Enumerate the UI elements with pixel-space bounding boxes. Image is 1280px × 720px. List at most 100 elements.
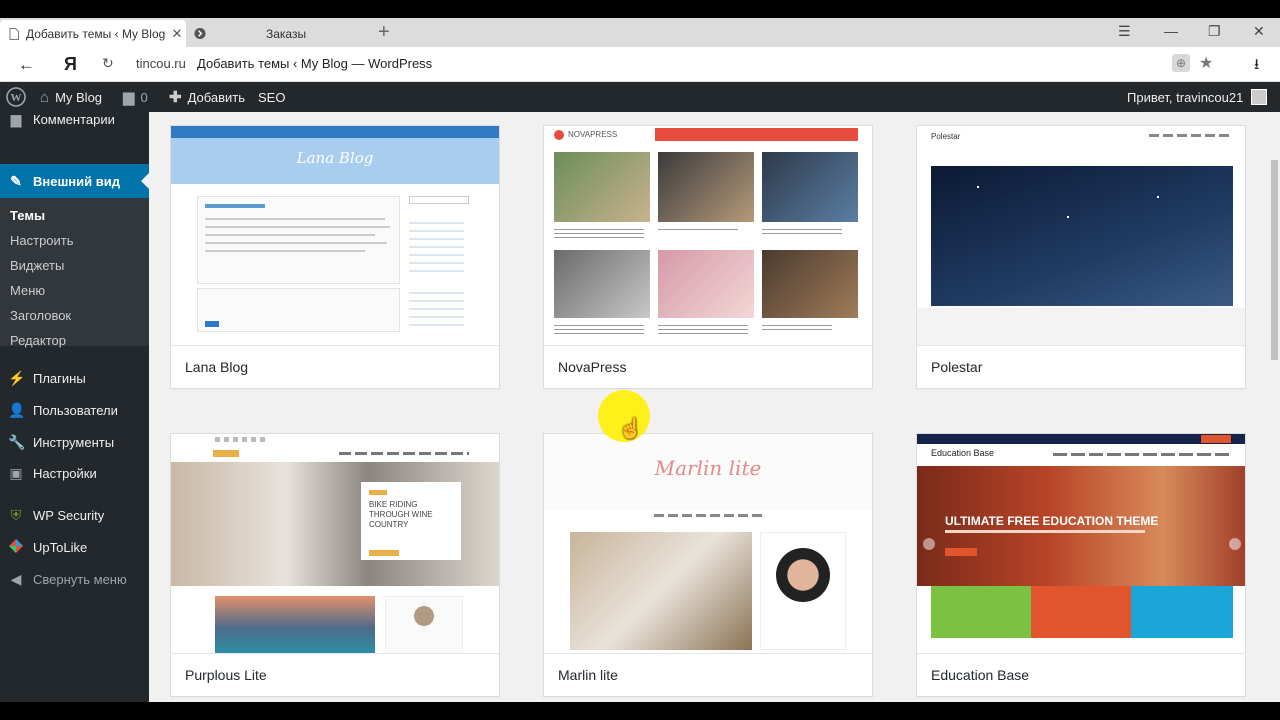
close-tab-icon[interactable]: ✕	[168, 26, 186, 42]
tab-icon	[194, 27, 206, 41]
account-menu[interactable]: Привет, travincou21	[1127, 82, 1268, 112]
sidebar-item-users[interactable]: 👤 Пользователи	[0, 395, 149, 425]
sidebar-item-label: Инструменты	[33, 434, 115, 450]
admin-sidebar: ▆ Комментарии ✎ Внешний вид Темы Настрои…	[0, 111, 149, 702]
sidebar-item-label: Свернуть меню	[33, 571, 127, 587]
theme-name: Lana Blog	[185, 359, 249, 375]
sidebar-item-label: UpToLike	[33, 539, 88, 555]
theme-card-lana-blog[interactable]: Lana Blog Lana Blog	[170, 125, 500, 389]
sidebar-item-tools[interactable]: 🔧 Инструменты	[0, 427, 149, 457]
home-icon: ⌂	[40, 88, 50, 106]
submenu-themes[interactable]: Темы	[10, 208, 45, 223]
page-scrollbar[interactable]	[1269, 112, 1280, 702]
menu-icon[interactable]: ☰	[1118, 23, 1131, 40]
new-tab-icon[interactable]: +	[378, 21, 390, 44]
theme-name: Education Base	[931, 667, 1030, 683]
sidebar-item-appearance[interactable]: ✎ Внешний вид	[0, 164, 149, 198]
yandex-logo[interactable]: Я	[64, 54, 77, 75]
tab-label: Добавить темы ‹ My Blog	[26, 26, 166, 41]
add-new-label: Добавить	[187, 89, 246, 105]
seo-label: SEO	[258, 89, 286, 105]
reload-icon[interactable]: ↻	[102, 55, 114, 72]
svg-text:W: W	[11, 92, 22, 104]
sidebar-item-label: Комментарии	[33, 111, 115, 127]
preview-title: ULTIMATE FREE EDUCATION THEME	[945, 514, 1159, 528]
sidebar-item-wp-security[interactable]: ⛨ WP Security	[0, 500, 149, 530]
theme-screenshot: Lana Blog	[171, 126, 499, 346]
tab-add-themes[interactable]: Добавить темы ‹ My Blog ✕	[0, 20, 186, 47]
theme-card-novapress[interactable]: NOVAPRESS NovaPress	[543, 125, 873, 389]
theme-screenshot: Education Base ULTIMATE FREE EDUCATION T…	[917, 434, 1245, 654]
sidebar-item-label: Плагины	[33, 370, 86, 386]
themes-grid: Lana Blog Lana Blog NOVAPRESS NovaPress …	[149, 112, 1269, 702]
preview-title: BIKE RIDING THROUGH WINE COUNTRY	[369, 500, 433, 529]
preview-title: Polestar	[931, 132, 961, 141]
sidebar-item-label: Внешний вид	[33, 173, 120, 189]
address-bar: ← Я ↻ tincou.ru Добавить темы ‹ My Blog …	[0, 47, 1280, 82]
submenu-editor[interactable]: Редактор	[10, 333, 66, 348]
theme-card-purplous-lite[interactable]: BIKE RIDING THROUGH WINE COUNTRY Purplou…	[170, 433, 500, 697]
submenu-widgets[interactable]: Виджеты	[10, 258, 64, 273]
back-icon[interactable]: ←	[18, 55, 35, 75]
comment-icon: ▆	[10, 110, 22, 127]
preview-title: NOVAPRESS	[568, 130, 618, 139]
url-field[interactable]: ↻ tincou.ru Добавить темы ‹ My Blog — Wo…	[96, 51, 1226, 77]
seo-link[interactable]: SEO	[258, 82, 285, 112]
theme-screenshot: Marlin lite	[544, 434, 872, 654]
theme-screenshot: NOVAPRESS	[544, 126, 872, 346]
sidebar-item-uptolike[interactable]: UpToLike	[0, 532, 149, 562]
sidebar-item-label: Настройки	[33, 465, 97, 481]
wp-admin-bar: W ⌂ My Blog ▆ 0 ✚ Добавить SEO Привет, t…	[0, 82, 1280, 112]
extension-icon[interactable]: ⊕	[1172, 54, 1190, 72]
page-icon	[8, 27, 20, 41]
settings-icon: ▣	[9, 464, 23, 481]
submenu-menus[interactable]: Меню	[10, 283, 45, 298]
preview-title: Lana Blog	[296, 149, 374, 167]
sidebar-item-plugins[interactable]: ⚡ Плагины	[0, 363, 149, 393]
preview-brand: Education Base	[931, 448, 995, 458]
comments-count: 0	[140, 89, 148, 105]
download-icon[interactable]: ⭳	[1254, 54, 1259, 79]
theme-screenshot: Polestar	[917, 126, 1245, 346]
brush-icon: ✎	[10, 172, 22, 189]
sidebar-item-settings[interactable]: ▣ Настройки	[0, 458, 149, 488]
preview-title: Marlin lite	[654, 456, 762, 480]
sidebar-item-comments[interactable]: ▆ Комментарии	[0, 104, 149, 134]
restore-icon[interactable]: ❐	[1208, 23, 1221, 40]
browser-tab-bar: Добавить темы ‹ My Blog ✕ Заказы + ☰ — ❐…	[0, 18, 1280, 47]
theme-screenshot: BIKE RIDING THROUGH WINE COUNTRY	[171, 434, 499, 654]
tab-label: Заказы	[266, 26, 307, 41]
sidebar-item-label: WP Security	[33, 507, 105, 523]
minimize-icon[interactable]: —	[1164, 23, 1178, 39]
submenu-customize[interactable]: Настроить	[10, 233, 74, 248]
sidebar-item-label: Пользователи	[33, 402, 118, 418]
avatar	[1251, 89, 1268, 105]
collapse-menu-button[interactable]: ◀ Свернуть меню	[0, 564, 149, 594]
add-new-link[interactable]: ✚ Добавить	[169, 82, 245, 112]
theme-name: NovaPress	[558, 359, 627, 375]
shield-icon: ⛨	[10, 506, 22, 523]
theme-card-education-base[interactable]: Education Base ULTIMATE FREE EDUCATION T…	[916, 433, 1246, 697]
tab-orders[interactable]: Заказы	[188, 20, 368, 47]
hand-cursor-icon: ☝	[618, 418, 643, 440]
url-page-title: Добавить темы ‹ My Blog — WordPress	[197, 56, 433, 71]
site-name: My Blog	[55, 89, 103, 105]
wrench-icon: 🔧	[8, 433, 26, 450]
plus-icon: ✚	[169, 89, 182, 106]
plugin-icon: ⚡	[8, 369, 26, 386]
greeting: Привет, travincou21	[1127, 89, 1244, 105]
theme-name: Polestar	[931, 359, 983, 375]
submenu-header[interactable]: Заголовок	[10, 308, 71, 323]
close-window-icon[interactable]: ✕	[1253, 23, 1265, 40]
theme-name: Marlin lite	[558, 667, 618, 683]
url-domain: tincou.ru	[136, 56, 186, 71]
scroll-thumb[interactable]	[1271, 160, 1278, 360]
appearance-submenu: Темы Настроить Виджеты Меню Заголовок Ре…	[0, 198, 149, 348]
uptolike-icon	[8, 538, 24, 556]
screen: Добавить темы ‹ My Blog ✕ Заказы + ☰ — ❐…	[0, 18, 1280, 702]
theme-name: Purplous Lite	[185, 667, 267, 683]
bookmark-star-icon[interactable]: ★	[1199, 53, 1213, 73]
current-menu-arrow	[141, 173, 149, 189]
theme-card-marlin-lite[interactable]: Marlin lite Marlin lite	[543, 433, 873, 697]
theme-card-polestar[interactable]: Polestar Polestar	[916, 125, 1246, 389]
